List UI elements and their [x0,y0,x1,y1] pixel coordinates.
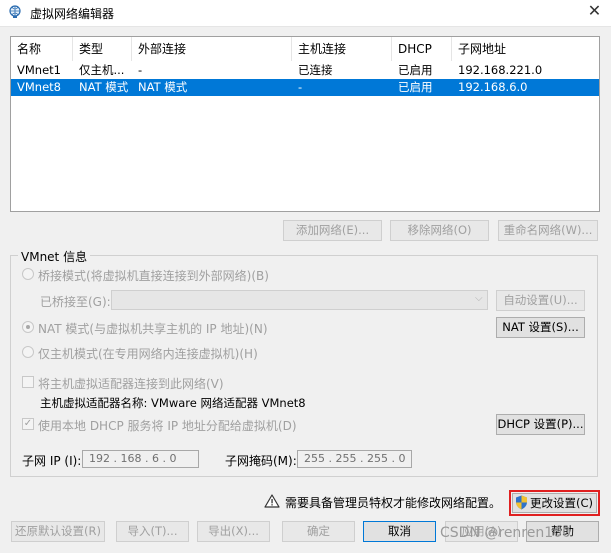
use-dhcp-checkbox[interactable]: ✓ [22,418,34,430]
cell-subnet: 192.168.221.0 [458,63,543,77]
bridge-mode-label: 桥接模式(将虚拟机直接连接到外部网络)(B) [38,269,269,283]
add-network-button[interactable]: 添加网络(E)... [283,220,382,241]
column-header-subnet[interactable]: 子网地址 [452,37,599,61]
connect-adapter-label: 将主机虚拟适配器连接到此网络(V) [38,377,224,391]
cell-name: VMnet8 [17,80,61,94]
auto-settings-button[interactable]: 自动设置(U)... [496,290,585,311]
subnet-ip-field[interactable]: 192 . 168 . 6 . 0 [82,450,199,468]
cancel-button[interactable]: 取消 [363,521,436,542]
column-header-name[interactable]: 名称 [11,37,73,61]
admin-warning-text: 需要具备管理员特权才能修改网络配置。 [285,496,502,510]
nat-mode-radio[interactable] [22,321,34,333]
vmnet-info-group [10,255,598,477]
network-list[interactable]: 名称 类型 外部连接 主机连接 DHCP 子网地址 VMnet1 仅主机... … [10,36,600,212]
subnet-mask-field[interactable]: 255 . 255 . 255 . 0 [297,450,412,468]
column-header-dhcp[interactable]: DHCP [392,37,452,61]
rename-network-button[interactable]: 重命名网络(W)... [498,220,598,241]
subnet-mask-label: 子网掩码(M): [225,454,297,468]
nat-mode-label: NAT 模式(与虚拟机共享主机的 IP 地址)(N) [38,322,268,336]
connect-adapter-checkbox[interactable] [22,376,34,388]
window-title: 虚拟网络编辑器 [30,7,115,21]
cell-external: NAT 模式 [138,80,188,94]
export-button[interactable]: 导出(X)... [197,521,270,542]
cell-dhcp: 已启用 [398,80,433,94]
ok-button[interactable]: 确定 [282,521,355,542]
cell-name: VMnet1 [17,63,61,77]
bridge-mode-radio[interactable] [22,268,34,280]
cell-type: NAT 模式 [79,80,129,94]
cell-type: 仅主机... [79,63,125,77]
bridged-to-select[interactable] [111,290,488,310]
uac-shield-icon [516,495,527,510]
use-dhcp-label: 使用本地 DHCP 服务将 IP 地址分配给虚拟机(D) [38,419,297,433]
warning-triangle-icon [264,494,280,508]
watermark: CSDN @renren100 [440,525,571,541]
cell-host: 已连接 [298,63,333,77]
close-button[interactable]: ✕ [578,0,611,24]
host-only-radio[interactable] [22,346,34,358]
column-header-host[interactable]: 主机连接 [292,37,392,61]
table-row-selected[interactable]: VMnet8 NAT 模式 NAT 模式 - 已启用 192.168.6.0 [11,79,599,96]
dhcp-settings-button[interactable]: DHCP 设置(P)... [496,414,585,435]
cell-subnet: 192.168.6.0 [458,80,528,94]
network-globe-icon [9,5,21,18]
subnet-ip-label: 子网 IP (I): [22,454,82,468]
cell-external: - [138,63,143,77]
host-only-label: 仅主机模式(在专用网络内连接虚拟机)(H) [38,347,258,361]
column-header-external[interactable]: 外部连接 [132,37,292,61]
chevron-down-icon: ⌵ [475,293,483,304]
column-header-type[interactable]: 类型 [73,37,132,61]
cell-host: - [298,80,303,94]
restore-defaults-button[interactable]: 还原默认设置(R) [11,521,105,542]
remove-network-button[interactable]: 移除网络(O) [390,220,489,241]
table-row[interactable]: VMnet1 仅主机... - 已连接 已启用 192.168.221.0 [11,62,599,79]
bridged-to-label: 已桥接至(G): [40,295,111,309]
group-label: VMnet 信息 [18,248,91,265]
cell-dhcp: 已启用 [398,63,433,77]
change-settings-label: 更改设置(C) [529,496,593,510]
adapter-name-text: 主机虚拟适配器名称: VMware 网络适配器 VMnet8 [40,396,306,410]
import-button[interactable]: 导入(T)... [116,521,189,542]
nat-settings-button[interactable]: NAT 设置(S)... [496,317,585,338]
